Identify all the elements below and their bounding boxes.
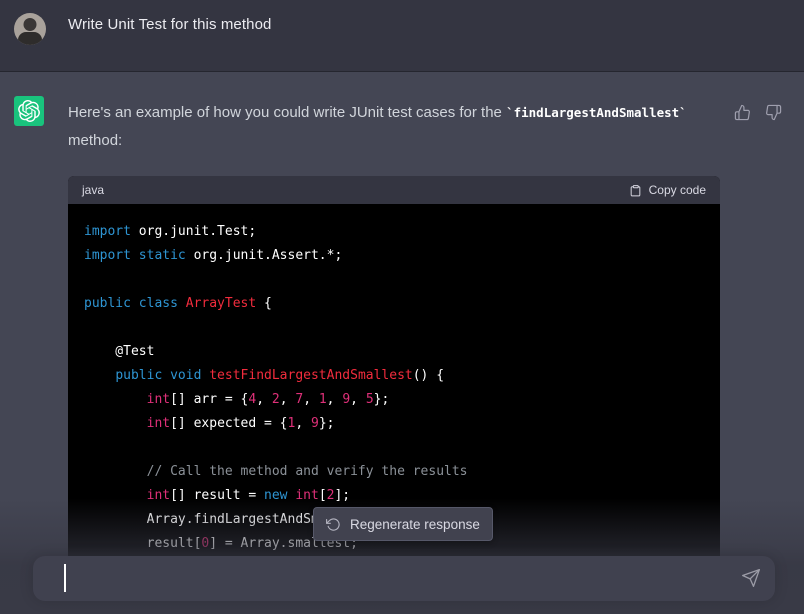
regenerate-response-button[interactable]: Regenerate response — [313, 507, 493, 541]
message-input[interactable] — [33, 556, 775, 601]
user-message-text: Write Unit Test for this method — [68, 16, 271, 33]
code-block-header: java Copy code — [68, 176, 720, 204]
paper-plane-icon — [741, 568, 761, 588]
code-line — [84, 436, 704, 460]
copy-code-button[interactable]: Copy code — [629, 183, 706, 197]
code-line — [84, 268, 704, 292]
code-content: import org.junit.Test;import static org.… — [68, 204, 720, 556]
refresh-icon — [326, 517, 341, 532]
code-line — [84, 316, 704, 340]
feedback-buttons — [733, 103, 782, 121]
assistant-text-before: Here's an example of how you could write… — [68, 104, 506, 121]
code-line: public void testFindLargestAndSmallest()… — [84, 364, 704, 388]
send-button[interactable] — [740, 567, 762, 589]
thumbs-up-icon — [734, 104, 751, 121]
code-language-label: java — [82, 183, 104, 197]
chatgpt-logo-icon — [14, 96, 44, 126]
clipboard-icon — [629, 184, 642, 197]
inline-code: `findLargestAndSmallest` — [506, 105, 687, 120]
user-avatar — [14, 13, 46, 45]
code-line: int[] expected = {1, 9}; — [84, 412, 704, 436]
assistant-text-after: method: — [68, 132, 122, 149]
thumbs-down-button[interactable] — [764, 103, 782, 121]
text-cursor-caret — [64, 564, 66, 592]
code-line: import org.junit.Test; — [84, 220, 704, 244]
code-line: int[] result = new int[2]; — [84, 484, 704, 508]
code-block: java Copy code import org.junit.Test;imp… — [68, 176, 720, 556]
thumbs-up-button[interactable] — [733, 103, 751, 121]
assistant-message-text: Here's an example of how you could write… — [68, 99, 730, 155]
regenerate-label: Regenerate response — [350, 517, 480, 532]
avatar-head-shape — [24, 18, 37, 31]
avatar-shoulders-shape — [18, 32, 42, 45]
thumbs-down-icon — [765, 104, 782, 121]
code-line: public class ArrayTest { — [84, 292, 704, 316]
code-line: @Test — [84, 340, 704, 364]
code-line: import static org.junit.Assert.*; — [84, 244, 704, 268]
user-message-row: Write Unit Test for this method — [0, 0, 804, 72]
copy-code-label: Copy code — [649, 183, 706, 197]
code-line: int[] arr = {4, 2, 7, 1, 9, 5}; — [84, 388, 704, 412]
code-line: // Call the method and verify the result… — [84, 460, 704, 484]
